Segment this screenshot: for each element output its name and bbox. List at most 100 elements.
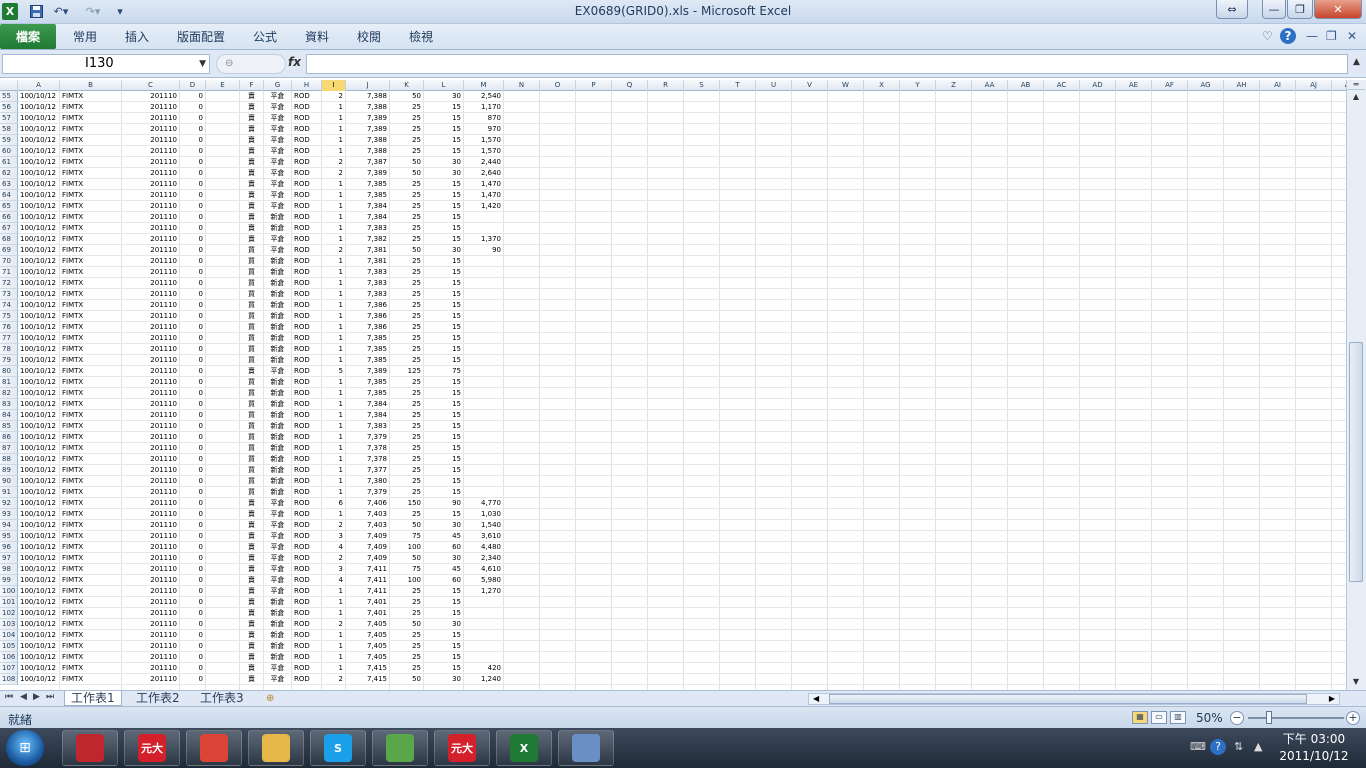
cell-l[interactable]: 15 xyxy=(426,630,461,641)
taskbar-button[interactable] xyxy=(186,730,242,766)
cell-b[interactable]: FIMTX xyxy=(62,465,119,476)
maximize-button[interactable]: ❐ xyxy=(1287,0,1313,19)
cell-h[interactable]: ROD xyxy=(294,322,319,333)
row-header[interactable]: 81 xyxy=(0,377,18,388)
cell-i[interactable]: 5 xyxy=(324,366,343,377)
tab-data[interactable]: 資料 xyxy=(305,28,329,45)
cell-g[interactable]: 平倉 xyxy=(266,91,289,102)
column-header-m[interactable]: M xyxy=(464,80,504,91)
cell-g[interactable]: 新倉 xyxy=(266,630,289,641)
cell-l[interactable]: 15 xyxy=(426,190,461,201)
scroll-left-icon[interactable]: ◀ xyxy=(813,694,819,703)
cell-g[interactable]: 新倉 xyxy=(266,410,289,421)
cell-d[interactable]: 0 xyxy=(182,377,203,388)
cell-j[interactable]: 7,379 xyxy=(348,432,387,443)
cell-c[interactable]: 201110 xyxy=(124,135,177,146)
cell-l[interactable]: 15 xyxy=(426,212,461,223)
cell-j[interactable]: 7,403 xyxy=(348,520,387,531)
cell-d[interactable]: 0 xyxy=(182,432,203,443)
cell-a[interactable]: 100/10/12 xyxy=(20,234,57,245)
cell-h[interactable]: ROD xyxy=(294,168,319,179)
cell-c[interactable]: 201110 xyxy=(124,322,177,333)
cell-b[interactable]: FIMTX xyxy=(62,509,119,520)
cell-k[interactable]: 50 xyxy=(392,619,421,630)
cell-k[interactable]: 25 xyxy=(392,476,421,487)
cell-i[interactable]: 1 xyxy=(324,597,343,608)
cell-k[interactable]: 25 xyxy=(392,355,421,366)
cell-i[interactable]: 1 xyxy=(324,311,343,322)
cell-c[interactable]: 201110 xyxy=(124,113,177,124)
cell-g[interactable]: 平倉 xyxy=(266,663,289,674)
cell-i[interactable]: 1 xyxy=(324,190,343,201)
cell-b[interactable]: FIMTX xyxy=(62,201,119,212)
row-header[interactable]: 78 xyxy=(0,344,18,355)
row-header[interactable]: 74 xyxy=(0,300,18,311)
row-header[interactable]: 100 xyxy=(0,586,18,597)
cell-d[interactable]: 0 xyxy=(182,619,203,630)
cell-a[interactable]: 100/10/12 xyxy=(20,575,57,586)
row-header[interactable]: 98 xyxy=(0,564,18,575)
cell-c[interactable]: 201110 xyxy=(124,344,177,355)
show-hidden-icons-icon[interactable]: ▲ xyxy=(1254,740,1262,753)
cell-f[interactable]: 賣 xyxy=(242,608,261,619)
cell-a[interactable]: 100/10/12 xyxy=(20,267,57,278)
cell-k[interactable]: 25 xyxy=(392,388,421,399)
cell-c[interactable]: 201110 xyxy=(124,366,177,377)
cell-f[interactable]: 賣 xyxy=(242,179,261,190)
cell-a[interactable]: 100/10/12 xyxy=(20,520,57,531)
cell-d[interactable]: 0 xyxy=(182,531,203,542)
cell-l[interactable]: 15 xyxy=(426,476,461,487)
cell-m[interactable]: 90 xyxy=(466,245,501,256)
cell-i[interactable]: 1 xyxy=(324,344,343,355)
cell-c[interactable]: 201110 xyxy=(124,124,177,135)
cell-i[interactable]: 1 xyxy=(324,267,343,278)
row-header[interactable]: 55 xyxy=(0,91,18,102)
cell-h[interactable]: ROD xyxy=(294,586,319,597)
cell-a[interactable]: 100/10/12 xyxy=(20,410,57,421)
row-header[interactable]: 60 xyxy=(0,146,18,157)
row-header[interactable]: 105 xyxy=(0,641,18,652)
cell-f[interactable]: 買 xyxy=(242,421,261,432)
scroll-right-icon[interactable]: ▶ xyxy=(1329,694,1335,703)
cell-d[interactable]: 0 xyxy=(182,641,203,652)
help-icon[interactable]: ? xyxy=(1280,28,1296,44)
cell-m[interactable]: 2,540 xyxy=(466,91,501,102)
cell-f[interactable]: 賣 xyxy=(242,124,261,135)
cell-l[interactable]: 15 xyxy=(426,432,461,443)
cell-c[interactable]: 201110 xyxy=(124,179,177,190)
cell-l[interactable]: 15 xyxy=(426,586,461,597)
row-header[interactable]: 69 xyxy=(0,245,18,256)
cell-g[interactable]: 平倉 xyxy=(266,124,289,135)
cell-d[interactable]: 0 xyxy=(182,124,203,135)
cell-f[interactable]: 買 xyxy=(242,311,261,322)
cell-b[interactable]: FIMTX xyxy=(62,619,119,630)
cell-g[interactable]: 新倉 xyxy=(266,212,289,223)
cell-b[interactable]: FIMTX xyxy=(62,344,119,355)
cell-a[interactable]: 100/10/12 xyxy=(20,608,57,619)
cell-i[interactable]: 1 xyxy=(324,333,343,344)
cell-d[interactable]: 0 xyxy=(182,267,203,278)
cell-m[interactable]: 1,270 xyxy=(466,586,501,597)
cell-d[interactable]: 0 xyxy=(182,454,203,465)
cell-f[interactable]: 賣 xyxy=(242,146,261,157)
row-header[interactable]: 84 xyxy=(0,410,18,421)
cell-f[interactable]: 買 xyxy=(242,278,261,289)
cell-c[interactable]: 201110 xyxy=(124,520,177,531)
row-header[interactable]: 58 xyxy=(0,124,18,135)
cell-m[interactable]: 420 xyxy=(466,663,501,674)
cell-j[interactable]: 7,385 xyxy=(348,333,387,344)
cell-c[interactable]: 201110 xyxy=(124,333,177,344)
ribbon-collapse-icon[interactable]: ♡ xyxy=(1262,29,1273,43)
taskbar-button[interactable] xyxy=(248,730,304,766)
cell-d[interactable]: 0 xyxy=(182,399,203,410)
cell-c[interactable]: 201110 xyxy=(124,498,177,509)
cell-b[interactable]: FIMTX xyxy=(62,498,119,509)
cell-c[interactable]: 201110 xyxy=(124,553,177,564)
column-header-s[interactable]: S xyxy=(684,80,720,91)
vertical-scrollbar[interactable]: ═ ▲ ▼ xyxy=(1346,80,1366,690)
restore-size-icon[interactable]: ⇔ xyxy=(1216,0,1248,19)
windows-start-icon[interactable]: ⊞ xyxy=(6,730,44,766)
cell-a[interactable]: 100/10/12 xyxy=(20,586,57,597)
zoom-in-button[interactable]: + xyxy=(1346,711,1360,725)
cell-j[interactable]: 7,383 xyxy=(348,267,387,278)
